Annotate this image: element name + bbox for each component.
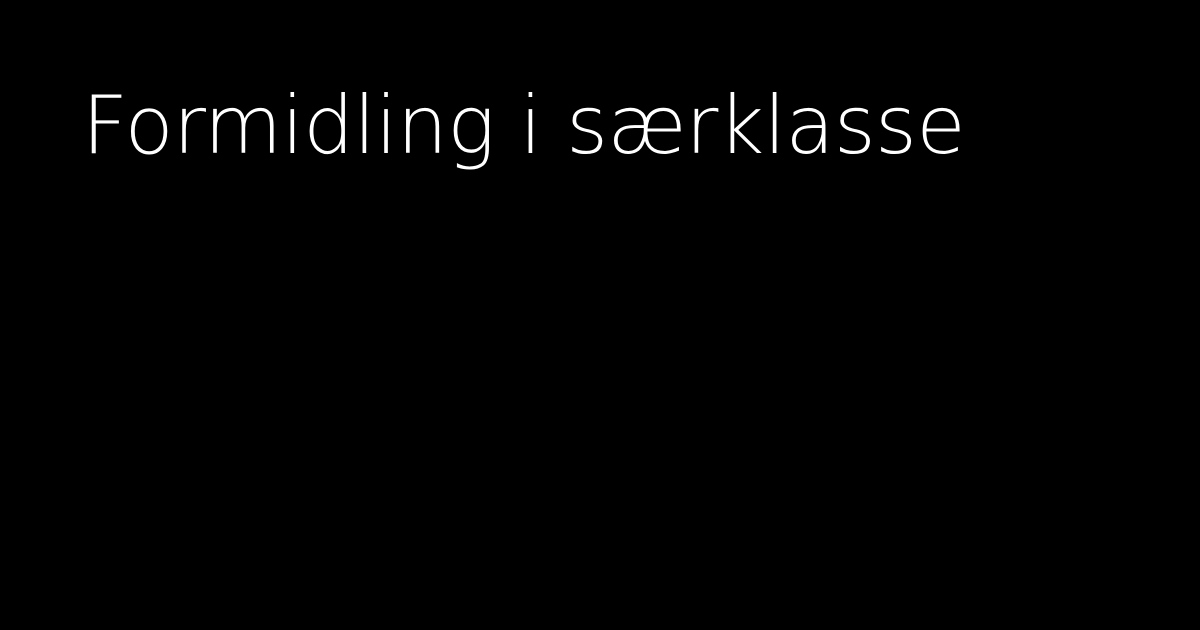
share-card: Formidling i særklasse xyxy=(0,0,1200,630)
headline: Formidling i særklasse xyxy=(82,79,966,172)
